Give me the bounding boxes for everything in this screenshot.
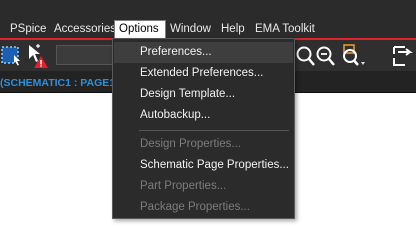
zoom-out-icon[interactable] — [316, 45, 336, 72]
ripple-icon[interactable] — [390, 44, 416, 73]
menu-accessories[interactable]: Accessories — [54, 20, 116, 39]
menu-item-extended-preferences[interactable]: Extended Preferences... — [114, 63, 293, 84]
menu-item-design-template[interactable]: Design Template... — [114, 84, 293, 105]
menu-bar-items: PSpice Accessories Options Window Help E… — [0, 20, 416, 39]
menu-item-autobackup[interactable]: Autobackup... — [114, 105, 293, 126]
menu-separator — [139, 130, 289, 131]
menu-item-part-properties[interactable]: Part Properties... — [114, 176, 293, 197]
menu-item-package-properties[interactable]: Package Properties... — [114, 197, 293, 218]
menu-pspice[interactable]: PSpice — [10, 20, 46, 39]
menu-window[interactable]: Window — [170, 20, 211, 39]
cursor-warning-icon[interactable] — [26, 43, 50, 74]
options-dropdown-menu: Preferences... Extended Preferences... D… — [112, 38, 295, 219]
menu-item-schematic-page-properties[interactable]: Schematic Page Properties... — [114, 155, 293, 176]
menu-ema-toolkit[interactable]: EMA Toolkit — [255, 20, 315, 39]
menu-bar: PSpice Accessories Options Window Help E… — [0, 0, 416, 39]
zoom-in-icon[interactable] — [296, 45, 316, 72]
toolbar-combo[interactable] — [56, 45, 118, 65]
menu-item-design-properties[interactable]: Design Properties... — [114, 134, 293, 155]
menu-options[interactable]: Options — [114, 20, 166, 39]
menu-help[interactable]: Help — [221, 20, 245, 39]
menu-item-preferences[interactable]: Preferences... — [114, 42, 293, 63]
selection-icon[interactable] — [0, 45, 22, 72]
zoom-select-icon[interactable] — [338, 43, 366, 74]
tab-schematic-page[interactable]: (SCHEMATIC1 : PAGE1)* — [0, 74, 123, 92]
